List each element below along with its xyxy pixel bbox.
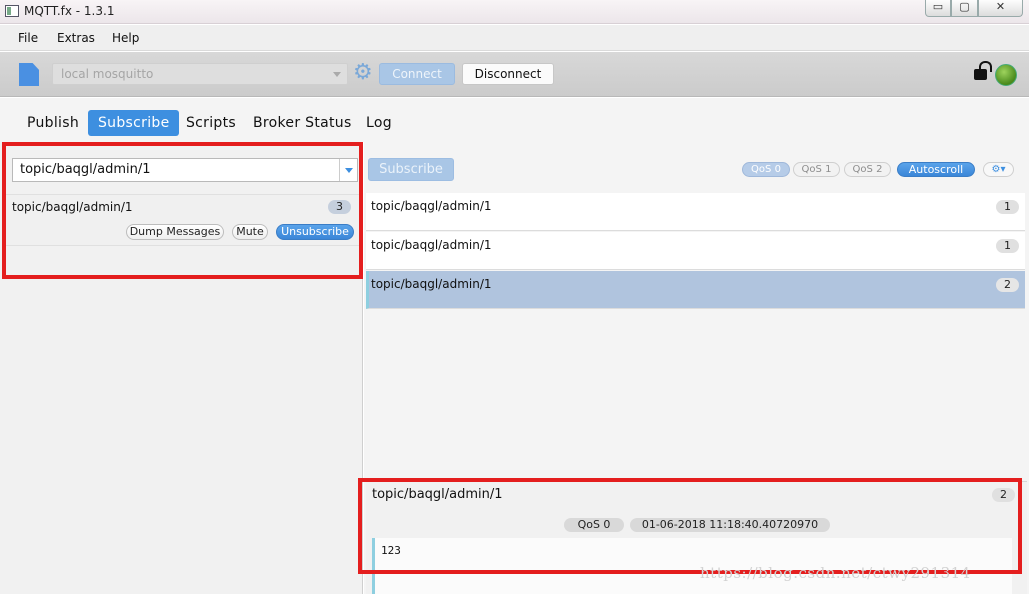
detail-message-number: 2 [992, 488, 1015, 502]
tab-bar: Publish Subscribe Scripts Broker Status … [0, 98, 1029, 142]
subscribe-topic-input[interactable]: topic/baqgl/admin/1 [12, 158, 358, 182]
autoscroll-toggle[interactable]: Autoscroll [897, 162, 975, 177]
minimize-button[interactable]: ▭ [925, 0, 951, 17]
subscription-topic: topic/baqgl/admin/1 [12, 200, 133, 214]
unlock-icon [974, 61, 992, 80]
message-topic: topic/baqgl/admin/1 [371, 199, 492, 213]
tab-scripts[interactable]: Scripts [186, 110, 236, 136]
subscription-message-count: 3 [328, 200, 351, 214]
chevron-down-icon [333, 72, 341, 77]
qos-1-toggle[interactable]: QoS 1 [793, 162, 840, 177]
tab-log[interactable]: Log [366, 110, 392, 136]
message-list: topic/baqgl/admin/1 1 topic/baqgl/admin/… [366, 193, 1025, 523]
app-icon [5, 5, 19, 17]
tab-broker-status[interactable]: Broker Status [253, 110, 352, 136]
connect-button[interactable]: Connect [379, 63, 455, 85]
message-topic: topic/baqgl/admin/1 [371, 277, 492, 291]
close-button[interactable]: ✕ [978, 0, 1023, 17]
document-icon[interactable] [19, 63, 39, 86]
options-gear-icon[interactable]: ⚙▾ [983, 162, 1014, 177]
connection-profile-select[interactable]: local mosquitto [52, 63, 348, 85]
menu-file[interactable]: File [18, 31, 38, 45]
message-topic: topic/baqgl/admin/1 [371, 238, 492, 252]
dump-messages-button[interactable]: Dump Messages [126, 224, 224, 240]
unsubscribe-button[interactable]: Unsubscribe [276, 224, 354, 240]
menu-help[interactable]: Help [112, 31, 139, 45]
subscribe-topic-value: topic/baqgl/admin/1 [20, 162, 151, 177]
subscribe-button[interactable]: Subscribe [368, 158, 454, 181]
qos-0-toggle[interactable]: QoS 0 [742, 162, 790, 177]
connection-toolbar: local mosquitto ⚙ Connect Disconnect [0, 52, 1029, 97]
menu-bar: File Extras Help [0, 25, 1029, 51]
qos-2-toggle[interactable]: QoS 2 [844, 162, 891, 177]
chevron-down-icon[interactable] [345, 168, 353, 173]
window-title: MQTT.fx - 1.3.1 [24, 4, 115, 18]
detail-topic: topic/baqgl/admin/1 [372, 487, 503, 502]
message-number: 2 [996, 278, 1019, 292]
disconnect-button[interactable]: Disconnect [462, 63, 554, 85]
subscription-item[interactable]: topic/baqgl/admin/1 3 Dump Messages Mute… [5, 194, 360, 246]
message-row-selected[interactable]: topic/baqgl/admin/1 2 [366, 271, 1025, 309]
connection-status-indicator [995, 64, 1017, 86]
detail-timestamp: 01-06-2018 11:18:40.40720970 [630, 518, 830, 532]
message-row[interactable]: topic/baqgl/admin/1 1 [366, 193, 1025, 231]
watermark: https://blog.csdn.net/ctwy291314 [700, 564, 971, 582]
maximize-button[interactable]: ▢ [951, 0, 978, 17]
detail-qos-badge: QoS 0 [564, 518, 624, 532]
menu-extras[interactable]: Extras [57, 31, 95, 45]
connection-profile-value: local mosquitto [61, 67, 154, 81]
tab-subscribe[interactable]: Subscribe [88, 110, 180, 136]
messages-panel: Subscribe QoS 0 QoS 1 QoS 2 Autoscroll ⚙… [364, 142, 1029, 594]
gear-icon[interactable]: ⚙ [353, 62, 373, 84]
tab-publish[interactable]: Publish [27, 110, 79, 136]
mute-button[interactable]: Mute [232, 224, 268, 240]
title-bar: MQTT.fx - 1.3.1 ▭ ▢ ✕ [0, 0, 1029, 24]
message-number: 1 [996, 239, 1019, 253]
subscriptions-panel: topic/baqgl/admin/1 topic/baqgl/admin/1 … [0, 142, 363, 594]
message-row[interactable]: topic/baqgl/admin/1 1 [366, 232, 1025, 270]
message-number: 1 [996, 200, 1019, 214]
combo-separator [339, 159, 340, 181]
